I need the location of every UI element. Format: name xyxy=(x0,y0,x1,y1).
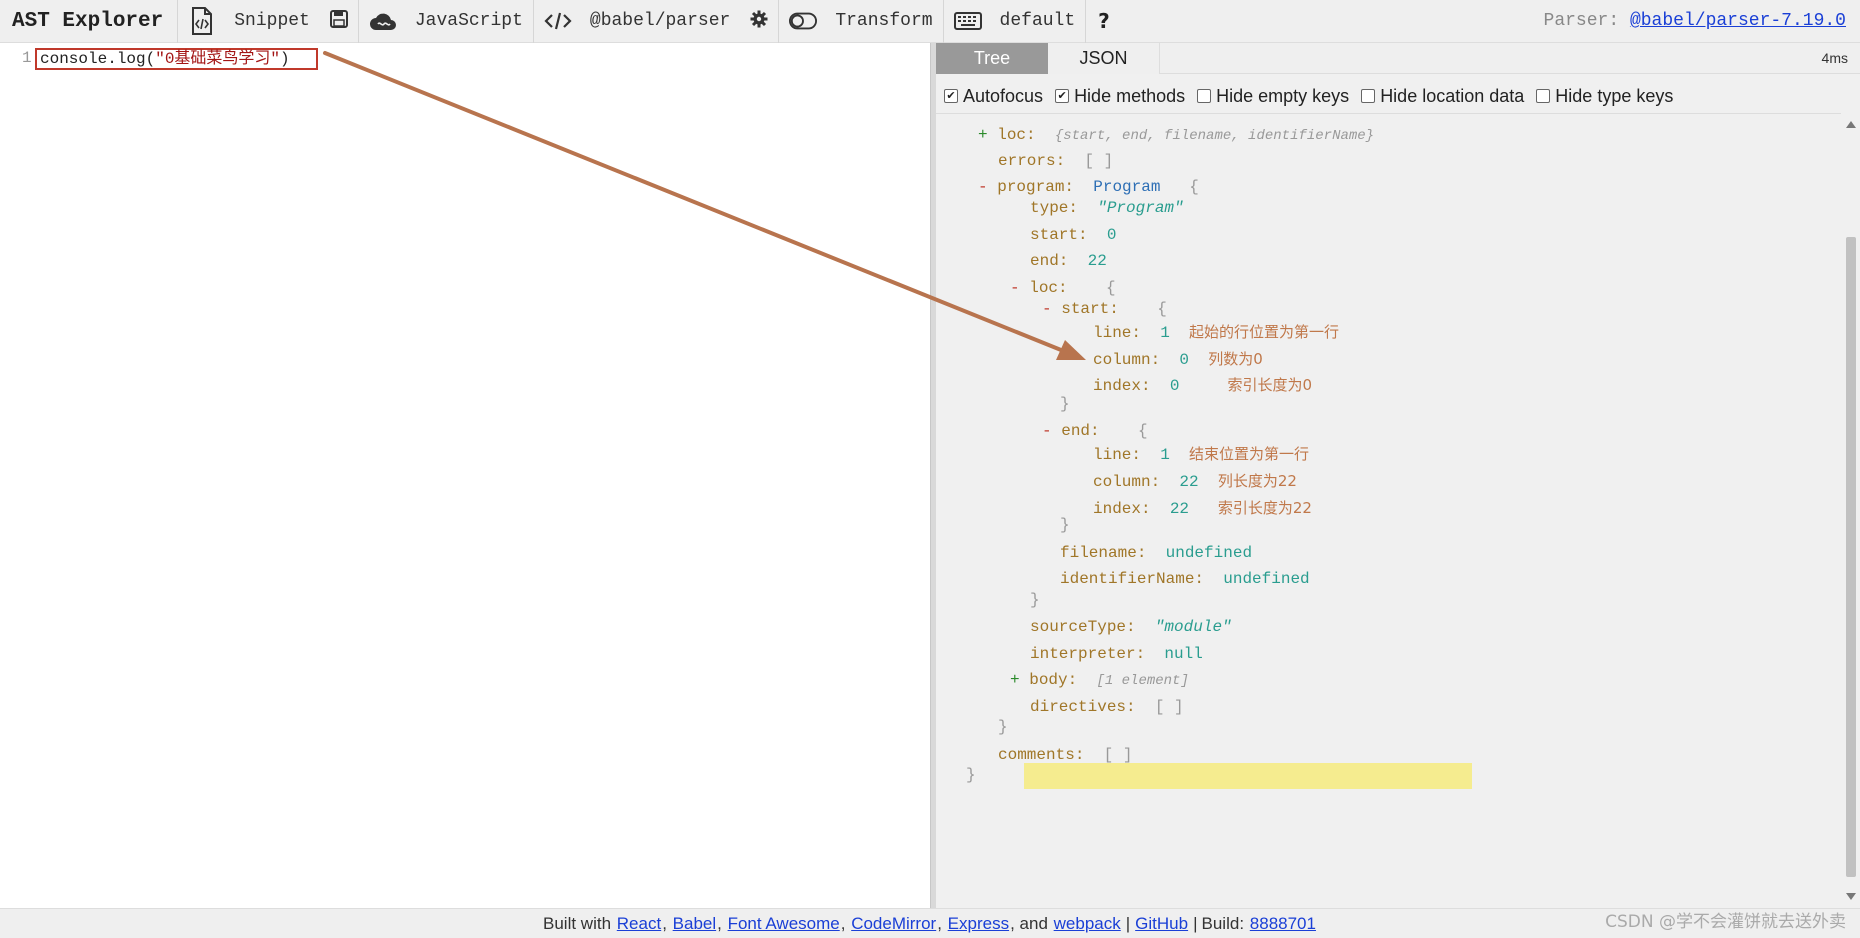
transform-label: Transform xyxy=(835,11,933,31)
tree-row-type[interactable]: type: "Program" xyxy=(1030,199,1184,217)
tree-row-end[interactable]: end: 22 xyxy=(1030,252,1107,270)
tree-row-interpreter[interactable]: interpreter: null xyxy=(1030,645,1203,663)
tree-row-loc-object[interactable]: - loc: { xyxy=(1010,279,1116,297)
tree-row-filename[interactable]: filename: undefined xyxy=(1060,544,1252,562)
option-hide-location-data[interactable]: Hide location data xyxy=(1361,86,1524,107)
code-callee: console.log( xyxy=(40,50,156,68)
save-button[interactable] xyxy=(320,0,358,43)
code-string-literal: "0基础菜鸟学习" xyxy=(155,50,281,68)
keymap-label: default xyxy=(999,11,1076,31)
code-close-paren: ) xyxy=(280,50,290,68)
parser-select[interactable]: @babel/parser xyxy=(532,0,740,43)
question-icon: ? xyxy=(1098,9,1110,33)
annotation-end-column: 列长度为22 xyxy=(1217,472,1297,490)
hide-methods-checkbox[interactable]: ✔ xyxy=(1055,89,1070,103)
snippet-menu[interactable]: Snippet xyxy=(177,0,320,43)
tree-row-errors[interactable]: errors: [ ] xyxy=(998,152,1113,170)
tab-tree[interactable]: Tree xyxy=(936,43,1048,74)
scroll-up-icon[interactable] xyxy=(1846,121,1856,128)
language-label: JavaScript xyxy=(414,11,523,31)
option-hide-methods[interactable]: ✔ Hide methods xyxy=(1055,86,1185,107)
file-code-icon xyxy=(188,7,216,35)
save-icon xyxy=(329,9,348,33)
scroll-down-icon[interactable] xyxy=(1846,893,1856,900)
github-link[interactable]: GitHub xyxy=(1135,914,1188,934)
tree-row-comments[interactable]: comments: [ ] xyxy=(998,746,1132,764)
tree-options: ✔ Autofocus ✔ Hide methods Hide empty keys… xyxy=(944,81,1685,111)
code-editor[interactable]: 1 console.log("0基础菜鸟学习") xyxy=(0,43,930,908)
ast-output-pane: Tree JSON 4ms ✔ Autofocus ✔ Hide methods H… xyxy=(936,43,1860,908)
cloud-icon xyxy=(369,7,397,35)
app-title: AST Explorer xyxy=(12,9,164,33)
toolbar: AST Explorer Snippet JavaScript @babel/p… xyxy=(0,0,1860,43)
code-icon xyxy=(544,7,572,35)
build-hash-link[interactable]: 8888701 xyxy=(1250,914,1316,934)
annotation-start-line: 起始的行位置为第一行 xyxy=(1189,323,1340,341)
body-row-highlight xyxy=(1024,763,1472,789)
gear-icon xyxy=(750,10,768,33)
keyboard-icon xyxy=(953,7,982,35)
tree-row-root-close: } xyxy=(966,766,976,784)
annotation-start-column: 列数为0 xyxy=(1208,350,1263,368)
ast-tree: + loc: {start, end, filename, identifier… xyxy=(936,113,1841,908)
tree-row-end-close: } xyxy=(1060,516,1070,534)
hide-type-keys-checkbox[interactable] xyxy=(1536,89,1551,103)
hide-empty-keys-checkbox[interactable] xyxy=(1197,89,1212,103)
hide-location-data-checkbox[interactable] xyxy=(1361,89,1376,103)
parser-settings-button[interactable] xyxy=(740,0,778,43)
language-select[interactable]: JavaScript xyxy=(357,0,533,43)
tree-scrollbar[interactable] xyxy=(1843,113,1860,908)
parser-version-info: Parser: @babel/parser-7.19.0 xyxy=(1543,11,1846,31)
tree-row-source-type[interactable]: sourceType: "module" xyxy=(1030,618,1232,636)
font-awesome-link[interactable]: Font Awesome xyxy=(728,914,840,934)
tree-row-loc-close: } xyxy=(1030,591,1040,609)
tree-row-end-index[interactable]: index: 22 索引长度为22 xyxy=(1093,497,1312,518)
transform-toggle[interactable]: Transform xyxy=(778,0,942,43)
parser-version-link[interactable]: @babel/parser-7.19.0 xyxy=(1630,11,1846,31)
tree-row-start-close: } xyxy=(1060,395,1070,413)
tree-row-loc[interactable]: + loc: {start, end, filename, identifier… xyxy=(978,126,1374,144)
option-autofocus[interactable]: ✔ Autofocus xyxy=(944,86,1043,107)
line-number: 1 xyxy=(22,49,32,67)
option-hide-empty-keys[interactable]: Hide empty keys xyxy=(1197,86,1349,107)
footer: Built with React, Babel, Font Awesome, C… xyxy=(0,908,1860,938)
tree-row-body[interactable]: + body: [1 element] xyxy=(1010,671,1189,689)
tree-row-start-column[interactable]: column: 0 列数为0 xyxy=(1093,348,1263,369)
tree-row-start-index[interactable]: index: 0 索引长度为0 xyxy=(1093,374,1312,395)
watermark: CSDN @学不会灌饼就去送外卖 xyxy=(1605,912,1846,932)
webpack-link[interactable]: webpack xyxy=(1054,914,1121,934)
annotation-start-index: 索引长度为0 xyxy=(1227,376,1312,394)
collapse-toggle[interactable]: - xyxy=(978,178,988,196)
tree-row-identifier-name[interactable]: identifierName: undefined xyxy=(1060,570,1310,588)
tree-row-end-column[interactable]: column: 22 列长度为22 xyxy=(1093,470,1297,491)
code-line[interactable]: console.log("0基础菜鸟学习") xyxy=(35,48,318,70)
parser-label: @babel/parser xyxy=(589,11,731,31)
output-tabs: Tree JSON 4ms xyxy=(936,43,1860,74)
annotation-end-line: 结束位置为第一行 xyxy=(1189,445,1310,463)
tree-row-program-close: } xyxy=(998,718,1008,736)
tree-row-start-line[interactable]: line: 1 起始的行位置为第一行 xyxy=(1093,321,1339,342)
annotation-end-index: 索引长度为22 xyxy=(1217,499,1312,517)
snippet-label: Snippet xyxy=(234,11,310,31)
tree-row-start-object[interactable]: - start: { xyxy=(1042,300,1167,318)
autofocus-checkbox[interactable]: ✔ xyxy=(944,89,958,103)
tree-row-start[interactable]: start: 0 xyxy=(1030,226,1116,244)
tree-row-directives[interactable]: directives: [ ] xyxy=(1030,698,1184,716)
tree-row-program[interactable]: - program: Program { xyxy=(978,178,1199,196)
scroll-thumb[interactable] xyxy=(1846,237,1856,877)
parse-timing: 4ms xyxy=(1821,50,1848,66)
expand-toggle[interactable]: + xyxy=(978,126,988,144)
tab-json[interactable]: JSON xyxy=(1048,43,1160,74)
babel-link[interactable]: Babel xyxy=(673,914,716,934)
tree-row-end-object[interactable]: - end: { xyxy=(1042,422,1148,440)
help-button[interactable]: ? xyxy=(1085,0,1122,43)
tree-row-end-line[interactable]: line: 1 结束位置为第一行 xyxy=(1093,443,1309,464)
express-link[interactable]: Express xyxy=(948,914,1009,934)
option-hide-type-keys[interactable]: Hide type keys xyxy=(1536,86,1673,107)
toggle-icon xyxy=(789,7,818,35)
line-gutter: 1 xyxy=(0,43,32,908)
codemirror-link[interactable]: CodeMirror xyxy=(851,914,936,934)
keymap-select[interactable]: default xyxy=(942,0,1086,43)
react-link[interactable]: React xyxy=(617,914,661,934)
